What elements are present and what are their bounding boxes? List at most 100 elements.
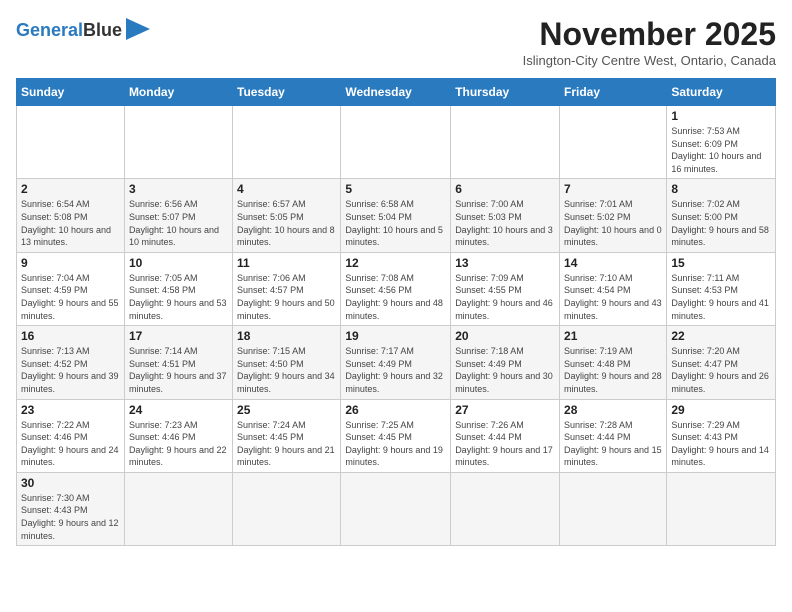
day-info: Sunrise: 6:57 AM Sunset: 5:05 PM Dayligh…	[237, 198, 336, 248]
calendar-day-cell: 17 Sunrise: 7:14 AM Sunset: 4:51 PM Dayli…	[124, 326, 232, 399]
day-of-week-header: Thursday	[451, 79, 560, 106]
calendar-title: November 2025	[523, 16, 776, 53]
calendar-week-row: 2 Sunrise: 6:54 AM Sunset: 5:08 PM Daylig…	[17, 179, 776, 252]
day-info: Sunrise: 7:22 AM Sunset: 4:46 PM Dayligh…	[21, 419, 120, 469]
day-info: Sunrise: 7:01 AM Sunset: 5:02 PM Dayligh…	[564, 198, 662, 248]
calendar-day-cell: 4 Sunrise: 6:57 AM Sunset: 5:05 PM Daylig…	[233, 179, 341, 252]
day-of-week-header: Tuesday	[233, 79, 341, 106]
calendar-day-cell	[124, 106, 232, 179]
calendar-day-cell: 11 Sunrise: 7:06 AM Sunset: 4:57 PM Dayli…	[233, 252, 341, 325]
calendar-day-cell: 10Sunrise: 7:05 AM Sunset: 4:58 PM Dayli…	[124, 252, 232, 325]
day-number: 22	[671, 329, 771, 343]
day-number: 7	[564, 182, 662, 196]
calendar-day-cell	[341, 106, 451, 179]
calendar-day-cell: 15Sunrise: 7:11 AM Sunset: 4:53 PM Dayli…	[667, 252, 776, 325]
day-info: Sunrise: 7:11 AM Sunset: 4:53 PM Dayligh…	[671, 272, 771, 322]
calendar-week-row: 23Sunrise: 7:22 AM Sunset: 4:46 PM Dayli…	[17, 399, 776, 472]
calendar-subtitle: Islington-City Centre West, Ontario, Can…	[523, 53, 776, 68]
calendar-day-cell	[233, 106, 341, 179]
day-number: 21	[564, 329, 662, 343]
calendar-day-cell: 19Sunrise: 7:17 AM Sunset: 4:49 PM Dayli…	[341, 326, 451, 399]
calendar-day-cell: 5 Sunrise: 6:58 AM Sunset: 5:04 PM Daylig…	[341, 179, 451, 252]
day-number: 20	[455, 329, 555, 343]
calendar-week-row: 1 Sunrise: 7:53 AM Sunset: 6:09 PM Daylig…	[17, 106, 776, 179]
calendar-day-cell	[124, 472, 232, 545]
day-number: 11	[237, 256, 336, 270]
title-area: November 2025 Islington-City Centre West…	[523, 16, 776, 68]
day-number: 1	[671, 109, 771, 123]
day-number: 6	[455, 182, 555, 196]
calendar-day-cell: 3 Sunrise: 6:56 AM Sunset: 5:07 PM Daylig…	[124, 179, 232, 252]
day-number: 14	[564, 256, 662, 270]
day-number: 3	[129, 182, 228, 196]
calendar-day-cell: 29Sunrise: 7:29 AM Sunset: 4:43 PM Dayli…	[667, 399, 776, 472]
day-info: Sunrise: 6:54 AM Sunset: 5:08 PM Dayligh…	[21, 198, 120, 248]
logo-triangle-icon	[126, 18, 150, 40]
day-info: Sunrise: 7:26 AM Sunset: 4:44 PM Dayligh…	[455, 419, 555, 469]
day-number: 25	[237, 403, 336, 417]
day-info: Sunrise: 7:06 AM Sunset: 4:57 PM Dayligh…	[237, 272, 336, 322]
calendar-week-row: 16Sunrise: 7:13 AM Sunset: 4:52 PM Dayli…	[17, 326, 776, 399]
day-info: Sunrise: 7:09 AM Sunset: 4:55 PM Dayligh…	[455, 272, 555, 322]
calendar-day-cell: 7 Sunrise: 7:01 AM Sunset: 5:02 PM Daylig…	[560, 179, 667, 252]
day-info: Sunrise: 7:04 AM Sunset: 4:59 PM Dayligh…	[21, 272, 120, 322]
calendar-day-cell	[233, 472, 341, 545]
day-info: Sunrise: 7:17 AM Sunset: 4:49 PM Dayligh…	[345, 345, 446, 395]
day-number: 8	[671, 182, 771, 196]
day-info: Sunrise: 7:05 AM Sunset: 4:58 PM Dayligh…	[129, 272, 228, 322]
day-info: Sunrise: 7:15 AM Sunset: 4:50 PM Dayligh…	[237, 345, 336, 395]
calendar-week-row: 9 Sunrise: 7:04 AM Sunset: 4:59 PM Daylig…	[17, 252, 776, 325]
calendar-day-cell: 28Sunrise: 7:28 AM Sunset: 4:44 PM Dayli…	[560, 399, 667, 472]
page-header: GeneralBlue November 2025 Islington-City…	[16, 16, 776, 68]
day-info: Sunrise: 7:30 AM Sunset: 4:43 PM Dayligh…	[21, 492, 120, 542]
day-info: Sunrise: 7:14 AM Sunset: 4:51 PM Dayligh…	[129, 345, 228, 395]
calendar-day-cell: 13Sunrise: 7:09 AM Sunset: 4:55 PM Dayli…	[451, 252, 560, 325]
calendar-day-cell: 9 Sunrise: 7:04 AM Sunset: 4:59 PM Daylig…	[17, 252, 125, 325]
day-number: 12	[345, 256, 446, 270]
day-info: Sunrise: 7:10 AM Sunset: 4:54 PM Dayligh…	[564, 272, 662, 322]
day-number: 9	[21, 256, 120, 270]
calendar-day-cell: 12 Sunrise: 7:08 AM Sunset: 4:56 PM Dayli…	[341, 252, 451, 325]
calendar-day-cell: 1 Sunrise: 7:53 AM Sunset: 6:09 PM Daylig…	[667, 106, 776, 179]
day-info: Sunrise: 6:58 AM Sunset: 5:04 PM Dayligh…	[345, 198, 446, 248]
calendar-day-cell	[451, 106, 560, 179]
day-of-week-header: Sunday	[17, 79, 125, 106]
day-number: 5	[345, 182, 446, 196]
day-info: Sunrise: 7:19 AM Sunset: 4:48 PM Dayligh…	[564, 345, 662, 395]
day-number: 27	[455, 403, 555, 417]
calendar-day-cell: 16Sunrise: 7:13 AM Sunset: 4:52 PM Dayli…	[17, 326, 125, 399]
day-number: 4	[237, 182, 336, 196]
day-info: Sunrise: 7:08 AM Sunset: 4:56 PM Dayligh…	[345, 272, 446, 322]
calendar-day-cell: 2 Sunrise: 6:54 AM Sunset: 5:08 PM Daylig…	[17, 179, 125, 252]
day-info: Sunrise: 6:56 AM Sunset: 5:07 PM Dayligh…	[129, 198, 228, 248]
logo-text: GeneralBlue	[16, 21, 122, 41]
calendar-header-row: SundayMondayTuesdayWednesdayThursdayFrid…	[17, 79, 776, 106]
day-info: Sunrise: 7:18 AM Sunset: 4:49 PM Dayligh…	[455, 345, 555, 395]
day-number: 17	[129, 329, 228, 343]
day-info: Sunrise: 7:25 AM Sunset: 4:45 PM Dayligh…	[345, 419, 446, 469]
day-info: Sunrise: 7:53 AM Sunset: 6:09 PM Dayligh…	[671, 125, 771, 175]
calendar-day-cell	[667, 472, 776, 545]
day-number: 26	[345, 403, 446, 417]
calendar-day-cell: 24Sunrise: 7:23 AM Sunset: 4:46 PM Dayli…	[124, 399, 232, 472]
calendar-day-cell: 21 Sunrise: 7:19 AM Sunset: 4:48 PM Dayli…	[560, 326, 667, 399]
calendar-day-cell: 25Sunrise: 7:24 AM Sunset: 4:45 PM Dayli…	[233, 399, 341, 472]
day-of-week-header: Monday	[124, 79, 232, 106]
day-of-week-header: Saturday	[667, 79, 776, 106]
calendar-day-cell: 22 Sunrise: 7:20 AM Sunset: 4:47 PM Dayli…	[667, 326, 776, 399]
calendar-day-cell: 20 Sunrise: 7:18 AM Sunset: 4:49 PM Dayli…	[451, 326, 560, 399]
calendar-day-cell	[451, 472, 560, 545]
calendar-day-cell: 14 Sunrise: 7:10 AM Sunset: 4:54 PM Dayli…	[560, 252, 667, 325]
calendar-day-cell: 8 Sunrise: 7:02 AM Sunset: 5:00 PM Daylig…	[667, 179, 776, 252]
calendar-day-cell	[560, 472, 667, 545]
day-number: 2	[21, 182, 120, 196]
calendar-day-cell	[17, 106, 125, 179]
day-info: Sunrise: 7:02 AM Sunset: 5:00 PM Dayligh…	[671, 198, 771, 248]
calendar-day-cell: 6 Sunrise: 7:00 AM Sunset: 5:03 PM Daylig…	[451, 179, 560, 252]
day-info: Sunrise: 7:20 AM Sunset: 4:47 PM Dayligh…	[671, 345, 771, 395]
day-info: Sunrise: 7:29 AM Sunset: 4:43 PM Dayligh…	[671, 419, 771, 469]
day-info: Sunrise: 7:13 AM Sunset: 4:52 PM Dayligh…	[21, 345, 120, 395]
calendar-week-row: 30Sunrise: 7:30 AM Sunset: 4:43 PM Dayli…	[17, 472, 776, 545]
logo: GeneralBlue	[16, 16, 150, 45]
day-info: Sunrise: 7:00 AM Sunset: 5:03 PM Dayligh…	[455, 198, 555, 248]
